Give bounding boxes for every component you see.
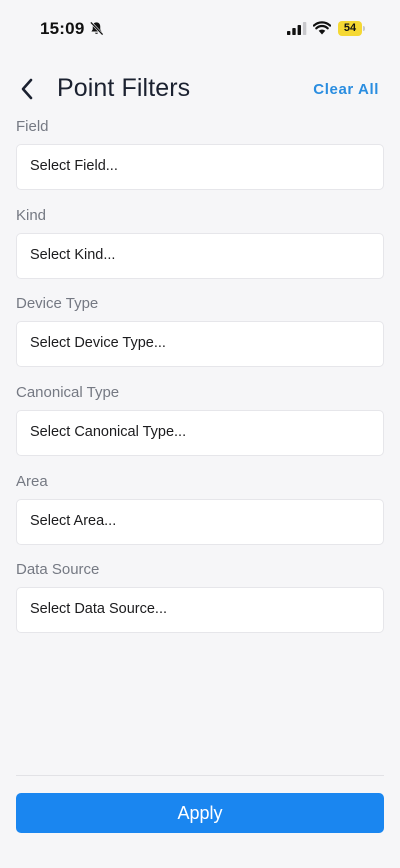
field-select-placeholder: Select Field... xyxy=(30,158,118,174)
bell-slash-icon xyxy=(89,21,104,36)
filter-list: Field Select Field... Kind Select Kind..… xyxy=(16,116,384,648)
apply-button[interactable]: Apply xyxy=(16,793,384,833)
kind-select-placeholder: Select Kind... xyxy=(30,246,116,263)
filter-label-canonical-type: Canonical Type xyxy=(16,384,120,402)
filter-group-kind: Kind Select Kind... xyxy=(16,205,384,294)
filter-group-field: Field Select Field... xyxy=(16,116,384,205)
cellular-signal-icon xyxy=(287,22,307,35)
canonical-type-select-placeholder: Select Canonical Type... xyxy=(30,424,187,441)
chevron-left-icon xyxy=(21,78,33,100)
area-select-placeholder: Select Area... xyxy=(30,512,117,529)
clear-all-button[interactable]: Clear All xyxy=(313,81,379,98)
filter-label-device-type: Device Type xyxy=(16,295,99,313)
header: Point Filters Clear All xyxy=(0,66,400,112)
device-type-select-placeholder: Select Device Type... xyxy=(30,335,166,352)
device-type-select[interactable]: Select Device Type... xyxy=(16,321,384,368)
kind-select[interactable]: Select Kind... xyxy=(16,232,384,279)
filter-label-data-source: Data Source xyxy=(16,561,100,579)
battery-level: 54 xyxy=(338,21,362,36)
battery-icon: 54 xyxy=(338,21,366,36)
area-select[interactable]: Select Area... xyxy=(16,498,384,545)
filter-label-kind: Kind xyxy=(16,206,47,224)
status-bar: 15:09 54 xyxy=(0,0,400,56)
status-time: 15:09 xyxy=(40,19,85,38)
battery-cap xyxy=(363,26,365,31)
canonical-type-select[interactable]: Select Canonical Type... xyxy=(16,410,384,457)
wifi-icon xyxy=(313,21,331,35)
filter-group-area: Area Select Area... xyxy=(16,471,384,560)
filter-group-device-type: Device Type Select Device Type... xyxy=(16,293,384,382)
filter-label-area: Area xyxy=(16,472,48,490)
filter-label-field: Field xyxy=(16,118,49,135)
filter-group-canonical-type: Canonical Type Select Canonical Type... xyxy=(16,382,384,471)
data-source-select-placeholder: Select Data Source... xyxy=(30,601,168,618)
footer-divider xyxy=(16,775,384,776)
back-button[interactable] xyxy=(12,72,42,106)
field-select[interactable]: Select Field... xyxy=(16,144,384,190)
data-source-select[interactable]: Select Data Source... xyxy=(16,587,384,634)
page-title: Point Filters xyxy=(57,74,191,102)
filter-group-data-source: Data Source Select Data Source... xyxy=(16,559,384,648)
